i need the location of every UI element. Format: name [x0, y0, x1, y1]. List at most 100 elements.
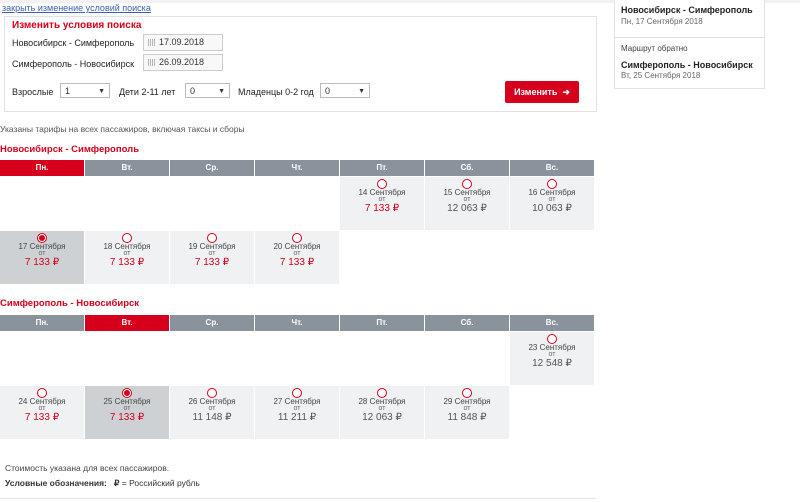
fare-from-label: от: [123, 405, 131, 412]
fare-from-label: от: [463, 405, 471, 412]
fare-price: 11 848 ₽: [447, 412, 487, 423]
calendar-icon: [148, 59, 155, 66]
change-search-button[interactable]: Изменить ➜: [505, 81, 579, 103]
date1-input[interactable]: 17.09.2018: [143, 34, 223, 51]
legend-label: Условные обозначения:: [5, 478, 107, 488]
fare-price: 12 063 ₽: [447, 203, 487, 214]
fare-price: 7 133 ₽: [24, 257, 60, 268]
outbound-route: Новосибирск - Симферополь: [621, 5, 753, 15]
fare-from-label: от: [123, 250, 131, 257]
fare-from-label: от: [548, 196, 556, 203]
change-button-label: Изменить: [514, 87, 558, 97]
search-panel-title: Изменить условия поиска: [12, 20, 142, 31]
fare-from-label: от: [293, 405, 301, 412]
return-calendar: Пн. Вт. Ср. Чт. Пт. Сб. Вс. 23 Сентября от 12 548…: [0, 315, 596, 439]
fare-from-label: от: [378, 405, 386, 412]
legend: Условные обозначения: ₽ = Российский руб…: [5, 478, 200, 489]
date2-value: 26.09.2018: [159, 57, 205, 67]
fare-cell[interactable]: 14 Сентября от 7 133 ₽: [340, 177, 424, 230]
fare-price: 12 063 ₽: [362, 412, 402, 423]
children-label: Дети 2-11 лет: [119, 87, 176, 97]
route1-label: Новосибирск - Симферополь: [12, 38, 135, 48]
fare-from-label: от: [38, 250, 46, 257]
return-section-title: Симферополь - Новосибирск: [0, 298, 140, 309]
outbound-date: Пн, 17 Сентября 2018: [621, 17, 703, 26]
fare-cell[interactable]: 28 Сентября от 12 063 ₽: [340, 386, 424, 439]
fare-from-label: от: [38, 405, 46, 412]
legend-text: = Российский рубль: [121, 478, 200, 488]
return-route: Симферополь - Новосибирск: [621, 60, 753, 70]
day-header: Вс.: [510, 160, 594, 176]
return-date: Вт, 25 Сентября 2018: [621, 71, 701, 80]
day-header: Пт.: [340, 160, 424, 176]
arrow-right-icon: ➜: [559, 87, 570, 97]
outbound-calendar: Пн. Вт. Ср. Чт. Пт. Сб. Вс. 14 Сентября от 7 133 …: [0, 160, 596, 284]
infants-value: 0: [325, 86, 331, 96]
fare-cell[interactable]: 15 Сентября от 12 063 ₽: [425, 177, 509, 230]
chevron-down-icon: ▼: [98, 88, 105, 95]
fare-cell[interactable]: 16 Сентября от 10 063 ₽: [510, 177, 594, 230]
children-select[interactable]: 0 ▼: [185, 83, 230, 98]
fare-cell[interactable]: 19 Сентября от 7 133 ₽: [170, 231, 254, 284]
day-header: Ср.: [170, 160, 254, 176]
fare-price: 10 063 ₽: [532, 203, 572, 214]
fare-from-label: от: [208, 250, 216, 257]
fare-price: 7 133 ₽: [109, 412, 145, 423]
fare-cell[interactable]: 25 Сентября от 7 133 ₽: [85, 386, 169, 439]
fare-from-label: от: [463, 196, 471, 203]
chevron-down-icon: ▼: [218, 88, 225, 95]
fare-from-label: от: [378, 196, 386, 203]
fare-cell[interactable]: 27 Сентября от 11 211 ₽: [255, 386, 339, 439]
fare-price: 11 148 ₽: [192, 412, 232, 423]
fare-cell[interactable]: 26 Сентября от 11 148 ₽: [170, 386, 254, 439]
children-value: 0: [190, 86, 196, 96]
fare-price: 7 133 ₽: [364, 203, 400, 214]
infants-label: Младенцы 0-2 год: [238, 87, 314, 97]
day-header: Чт.: [255, 160, 339, 176]
fare-price: 7 133 ₽: [24, 412, 60, 423]
day-header: Сб.: [425, 160, 509, 176]
day-header: Пн.: [0, 315, 84, 331]
adults-label: Взрослые: [12, 87, 54, 97]
fare-price: 7 133 ₽: [109, 257, 145, 268]
return-label: Маршрут обратно: [621, 44, 688, 53]
search-panel: Изменить условия поиска Новосибирск - Си…: [4, 16, 597, 112]
fare-cell[interactable]: 24 Сентября от 7 133 ₽: [0, 386, 84, 439]
day-header: Вт.: [85, 315, 169, 331]
fares-note: Указаны тарифы на всех пассажиров, включ…: [0, 124, 245, 134]
fare-cell[interactable]: 18 Сентября от 7 133 ₽: [85, 231, 169, 284]
fare-price: 7 133 ₽: [279, 257, 315, 268]
fare-cell[interactable]: 29 Сентября от 11 848 ₽: [425, 386, 509, 439]
adults-value: 1: [65, 86, 71, 96]
cost-note: Стоимость указана для всех пассажиров.: [5, 463, 170, 473]
fare-price: 11 211 ₽: [277, 412, 317, 423]
route-summary: Новосибирск - Симферополь Пн, 17 Сентябр…: [614, 0, 765, 89]
bottom-divider: [0, 498, 596, 499]
day-header: Вс.: [510, 315, 594, 331]
day-header: Вт.: [85, 160, 169, 176]
calendar-icon: [148, 39, 155, 46]
fare-from-label: от: [208, 405, 216, 412]
fare-cell[interactable]: 17 Сентября от 7 133 ₽: [0, 231, 84, 284]
route2-label: Симферополь - Новосибирск: [12, 59, 135, 69]
day-header: Ср.: [170, 315, 254, 331]
day-header: Сб.: [425, 315, 509, 331]
close-search-link[interactable]: закрыть изменение условий поиска: [2, 3, 151, 13]
fare-from-label: от: [293, 250, 301, 257]
day-header: Чт.: [255, 315, 339, 331]
fare-from-label: от: [548, 351, 556, 358]
day-header: Пт.: [340, 315, 424, 331]
day-header: Пн.: [0, 160, 84, 176]
ruble-symbol: ₽: [113, 478, 120, 488]
outbound-section-title: Новосибирск - Симферополь: [0, 144, 140, 155]
adults-select[interactable]: 1 ▼: [60, 83, 110, 98]
fare-cell[interactable]: 20 Сентября от 7 133 ₽: [255, 231, 339, 284]
date1-value: 17.09.2018: [159, 37, 205, 47]
fare-price: 12 548 ₽: [532, 358, 572, 369]
summary-divider: [615, 37, 764, 38]
fare-price: 7 133 ₽: [194, 257, 230, 268]
chevron-down-icon: ▼: [358, 88, 365, 95]
date2-input[interactable]: 26.09.2018: [143, 54, 223, 71]
fare-cell[interactable]: 23 Сентября от 12 548 ₽: [510, 332, 594, 385]
infants-select[interactable]: 0 ▼: [320, 83, 370, 98]
